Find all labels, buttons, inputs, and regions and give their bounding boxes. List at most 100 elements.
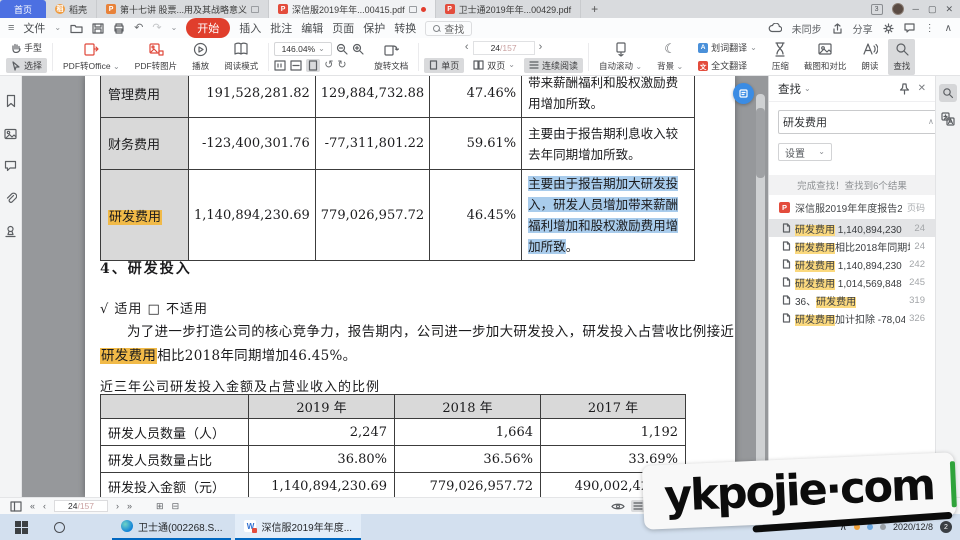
- tab-home[interactable]: 首页: [0, 0, 46, 18]
- menu-tab-start[interactable]: 开始: [186, 18, 230, 38]
- bookmark-icon[interactable]: [5, 94, 17, 108]
- tab-pdf-active[interactable]: P 深信服2019年年...00415.pdf: [269, 0, 436, 18]
- find-settings-dropdown[interactable]: 设置 ⌄: [778, 143, 832, 161]
- compress-button[interactable]: 压缩: [767, 39, 794, 75]
- pdf-to-image-button[interactable]: PDF转图片: [130, 39, 183, 75]
- taskbar-item-edge[interactable]: 卫士通(002268.S...: [112, 514, 231, 540]
- single-page-button[interactable]: 单页: [424, 58, 464, 73]
- rotate-doc-button[interactable]: 旋转文档: [369, 39, 413, 75]
- image-panel-icon[interactable]: [4, 128, 17, 140]
- redo-icon[interactable]: ↷: [152, 23, 161, 34]
- comment-icon[interactable]: [904, 23, 915, 33]
- comment-panel-icon[interactable]: [4, 160, 17, 172]
- close-button[interactable]: ✕: [945, 5, 953, 14]
- collapse-ribbon-icon[interactable]: ∧: [945, 23, 952, 34]
- read-aloud-button[interactable]: 朗读: [856, 39, 883, 75]
- menu-tab-comment[interactable]: 批注: [270, 20, 292, 36]
- stamp-icon[interactable]: [4, 225, 17, 238]
- find-result-item[interactable]: 研发费用 1,140,894,230 242: [769, 255, 935, 273]
- find-result-item[interactable]: 36、研发费用 319: [769, 291, 935, 309]
- tray-app-icon[interactable]: [867, 524, 873, 530]
- user-avatar[interactable]: [892, 3, 904, 15]
- next-page-icon[interactable]: ›: [539, 42, 543, 53]
- page-number-box[interactable]: 24/157: [473, 41, 535, 55]
- pdf-to-office-button[interactable]: PDF转Office ⌄: [58, 39, 125, 75]
- notification-badge[interactable]: 2: [940, 521, 952, 533]
- start-button[interactable]: [0, 514, 42, 540]
- chevron-down-icon[interactable]: ⌄: [804, 85, 811, 93]
- zoom-out-box-icon[interactable]: ⊞: [156, 501, 164, 512]
- zoom-in-icon[interactable]: [352, 43, 364, 55]
- find-result-item[interactable]: 研发费用 1,014,569,848 245: [769, 273, 935, 291]
- zoom-out-icon[interactable]: [336, 43, 348, 55]
- find-file-row[interactable]: P 深信服2019年年度报告202... 页码: [769, 195, 935, 219]
- share-label[interactable]: 分享: [853, 21, 873, 36]
- screenshot-compare-button[interactable]: 截图和对比: [799, 39, 852, 75]
- menu-tab-insert[interactable]: 插入: [239, 20, 261, 36]
- document-viewport[interactable]: 管理费用 191,528,281.82 129,884,732.88 47.46…: [22, 76, 768, 497]
- hand-tool-button[interactable]: 手型: [6, 40, 47, 55]
- new-tab-button[interactable]: +: [581, 0, 608, 18]
- assistant-float-button[interactable]: [733, 83, 754, 104]
- vertical-scrollbar[interactable]: [756, 94, 765, 494]
- pdf-page[interactable]: 管理费用 191,528,281.82 129,884,732.88 47.46…: [85, 76, 735, 497]
- minimize-button[interactable]: ─: [913, 5, 919, 14]
- eye-protect-icon[interactable]: [611, 502, 625, 511]
- play-button[interactable]: 播放: [187, 39, 214, 75]
- find-result-item[interactable]: 研发费用相比2018年同期增加 24: [769, 237, 935, 255]
- attachment-icon[interactable]: [5, 192, 17, 205]
- last-page-icon[interactable]: »: [127, 501, 132, 511]
- tab-docer[interactable]: 稻 稻壳: [46, 0, 97, 18]
- find-button[interactable]: 查找: [888, 39, 915, 75]
- auto-scroll-button[interactable]: 自动滚动 ⌄: [594, 39, 647, 75]
- next-page-icon[interactable]: ›: [116, 501, 119, 511]
- find-rail-button[interactable]: [939, 84, 957, 102]
- zoom-level-select[interactable]: 146.04%⌄: [274, 42, 332, 56]
- full-translate-button[interactable]: 文 全文翻译: [693, 58, 762, 73]
- fit-page-button[interactable]: [306, 59, 320, 72]
- double-page-button[interactable]: 双页⌄: [468, 58, 520, 73]
- maximize-button[interactable]: ▢: [928, 5, 937, 14]
- tray-app-icon[interactable]: [880, 524, 886, 530]
- find-query-input[interactable]: [783, 116, 925, 128]
- prev-result-icon[interactable]: ∧: [927, 118, 935, 126]
- file-menu[interactable]: 文件: [23, 20, 45, 36]
- find-result-item[interactable]: 研发费用 1,140,894,230 24: [769, 219, 935, 237]
- actual-size-icon[interactable]: [274, 60, 286, 71]
- first-page-icon[interactable]: «: [30, 501, 35, 511]
- rotate-left-icon[interactable]: ↺: [324, 60, 333, 71]
- close-panel-icon[interactable]: ✕: [918, 83, 926, 94]
- menu-tab-edit[interactable]: 编辑: [301, 20, 323, 36]
- prev-page-icon[interactable]: ‹: [43, 501, 46, 511]
- cortana-button[interactable]: [42, 522, 76, 533]
- save-icon[interactable]: [92, 23, 104, 34]
- find-result-item[interactable]: 研发费用加计扣除 -78,049,9 326: [769, 309, 935, 327]
- share-icon[interactable]: [832, 23, 843, 34]
- sidebar-toggle-icon[interactable]: [10, 501, 22, 512]
- menu-tab-page[interactable]: 页面: [332, 20, 354, 36]
- translate-rail-icon[interactable]: [941, 112, 955, 126]
- menu-search-box[interactable]: 查找: [425, 21, 472, 36]
- hamburger-icon[interactable]: ≡: [8, 23, 14, 34]
- window-stack-badge[interactable]: 3: [871, 4, 883, 15]
- prev-page-icon[interactable]: ‹: [465, 42, 469, 53]
- rotate-right-icon[interactable]: ↻: [337, 60, 346, 71]
- taskbar-clock[interactable]: 2020/12/8: [893, 522, 933, 532]
- zoom-in-box-icon[interactable]: ⊟: [172, 501, 180, 512]
- read-mode-button[interactable]: 阅读模式: [219, 39, 263, 75]
- menu-tab-protect[interactable]: 保护: [363, 20, 385, 36]
- fit-width-icon[interactable]: [290, 60, 302, 71]
- continuous-read-button[interactable]: 连续阅读: [524, 58, 583, 73]
- pin-icon[interactable]: [899, 83, 910, 95]
- taskbar-item-wps[interactable]: W 深信服2019年年度...: [235, 514, 361, 540]
- undo-icon[interactable]: ↶: [134, 23, 143, 34]
- tab-ppt-document[interactable]: P 第十七讲 股票...用及其战略意义: [97, 0, 269, 18]
- menu-tab-convert[interactable]: 转换: [394, 20, 416, 36]
- select-tool-button[interactable]: 选择: [6, 58, 47, 73]
- more-icon[interactable]: ⋮: [925, 23, 935, 34]
- chevron-down-icon[interactable]: ⌄: [171, 24, 178, 32]
- gear-icon[interactable]: [883, 23, 894, 34]
- status-page-box[interactable]: 24/157: [54, 500, 108, 512]
- open-folder-icon[interactable]: [70, 23, 83, 34]
- cloud-sync-icon[interactable]: [768, 23, 782, 33]
